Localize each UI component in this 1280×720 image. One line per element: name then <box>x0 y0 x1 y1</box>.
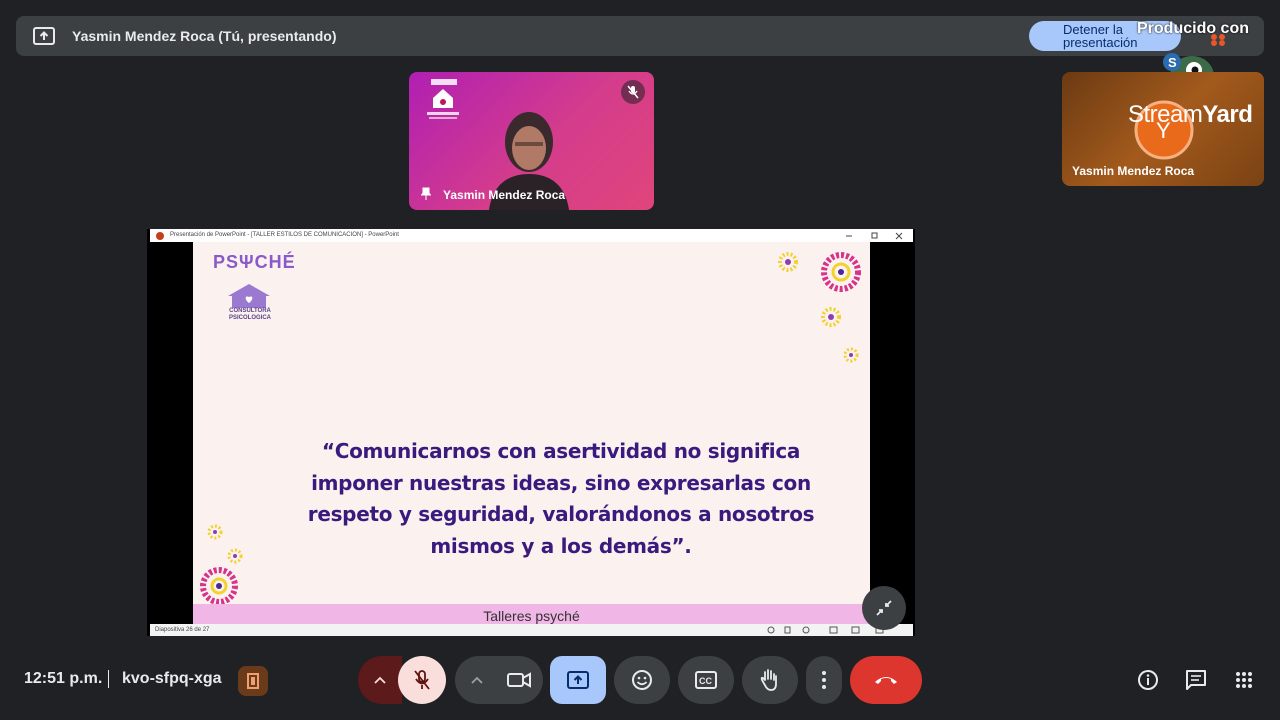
self-video-tile[interactable]: Yasmin Mendez Roca <box>409 72 654 210</box>
slide-quote: “Comunicarnos con asertividad no signifi… <box>307 439 815 558</box>
chevron-up-icon <box>374 676 386 684</box>
chat-button[interactable] <box>1180 664 1212 696</box>
svg-text:CC: CC <box>699 676 712 686</box>
meeting-details-button[interactable] <box>1132 664 1164 696</box>
raise-hand-icon <box>760 669 777 691</box>
powerpoint-window-title: Presentación de PowerPoint - [TALLER EST… <box>170 232 399 238</box>
breakout-room-icon[interactable] <box>238 666 268 696</box>
powerpoint-status-bar: Diapositiva 26 de 27 <box>150 624 913 636</box>
powerpoint-title-bar: Presentación de PowerPoint - [TALLER EST… <box>150 229 913 242</box>
emoji-icon <box>632 670 652 690</box>
psyche-logo-mirrored <box>427 79 459 119</box>
send-reaction-button[interactable] <box>614 656 670 704</box>
streamyard-dots-icon <box>1211 34 1225 46</box>
captions-button[interactable]: CC <box>678 656 734 704</box>
window-controls-icon[interactable] <box>840 231 910 240</box>
mic-off-icon <box>621 80 645 104</box>
more-options-button[interactable] <box>806 656 842 704</box>
psyche-house-icon <box>228 284 270 308</box>
exit-fullscreen-button[interactable] <box>862 586 906 630</box>
slide-footer-text: Talleres psyché <box>483 608 580 624</box>
more-vert-icon <box>822 671 826 689</box>
apps-grid-icon <box>1236 672 1252 688</box>
raise-hand-button[interactable] <box>742 656 798 704</box>
svg-text:S: S <box>1168 55 1177 70</box>
camera-toggle-button[interactable] <box>495 656 543 704</box>
psyche-logo-word: PSΨCHÉ <box>213 252 296 272</box>
clock: 12:51 p.m. <box>24 670 103 687</box>
present-to-all-icon <box>567 671 589 689</box>
present-now-button[interactable] <box>550 656 606 704</box>
flower-decoration-top-right <box>778 252 861 363</box>
leave-call-button[interactable] <box>850 656 922 704</box>
activities-button[interactable] <box>1228 664 1260 696</box>
streamyard-wordmark: StreamYard <box>1128 101 1253 128</box>
camera-options-button[interactable] <box>455 656 499 704</box>
chat-icon <box>1186 670 1206 690</box>
streamyard-tile-name: Yasmin Mendez Roca <box>1072 164 1195 178</box>
chevron-up-icon <box>471 676 483 684</box>
collapse-icon <box>876 600 892 616</box>
mic-off-icon <box>414 670 430 690</box>
streamyard-participant-tile[interactable]: Y StreamYard Yasmin Mendez Roca <box>1062 72 1264 186</box>
videocam-icon <box>507 672 531 688</box>
presenter-title: Yasmin Mendez Roca (Tú, presentando) <box>72 28 337 44</box>
powerpoint-app-icon <box>156 232 164 240</box>
info-icon <box>1138 670 1158 690</box>
present-to-all-icon <box>16 16 72 56</box>
slide-counter: Diapositiva 26 de 27 <box>155 627 210 633</box>
flower-decoration-bottom-left <box>200 524 243 604</box>
meeting-code: kvo-sfpq-xga <box>122 670 222 687</box>
psyche-logo-subtitle: CONSULTORA PSICOLOGICA <box>228 308 271 321</box>
divider <box>108 670 109 688</box>
self-tile-name: Yasmin Mendez Roca <box>443 188 566 202</box>
pin-icon[interactable] <box>421 187 431 201</box>
call-end-icon <box>875 677 897 684</box>
presentation-slide <box>193 242 870 624</box>
closed-caption-icon: CC <box>695 671 717 689</box>
mic-toggle-button[interactable] <box>398 656 446 704</box>
mic-options-button[interactable] <box>358 656 402 704</box>
